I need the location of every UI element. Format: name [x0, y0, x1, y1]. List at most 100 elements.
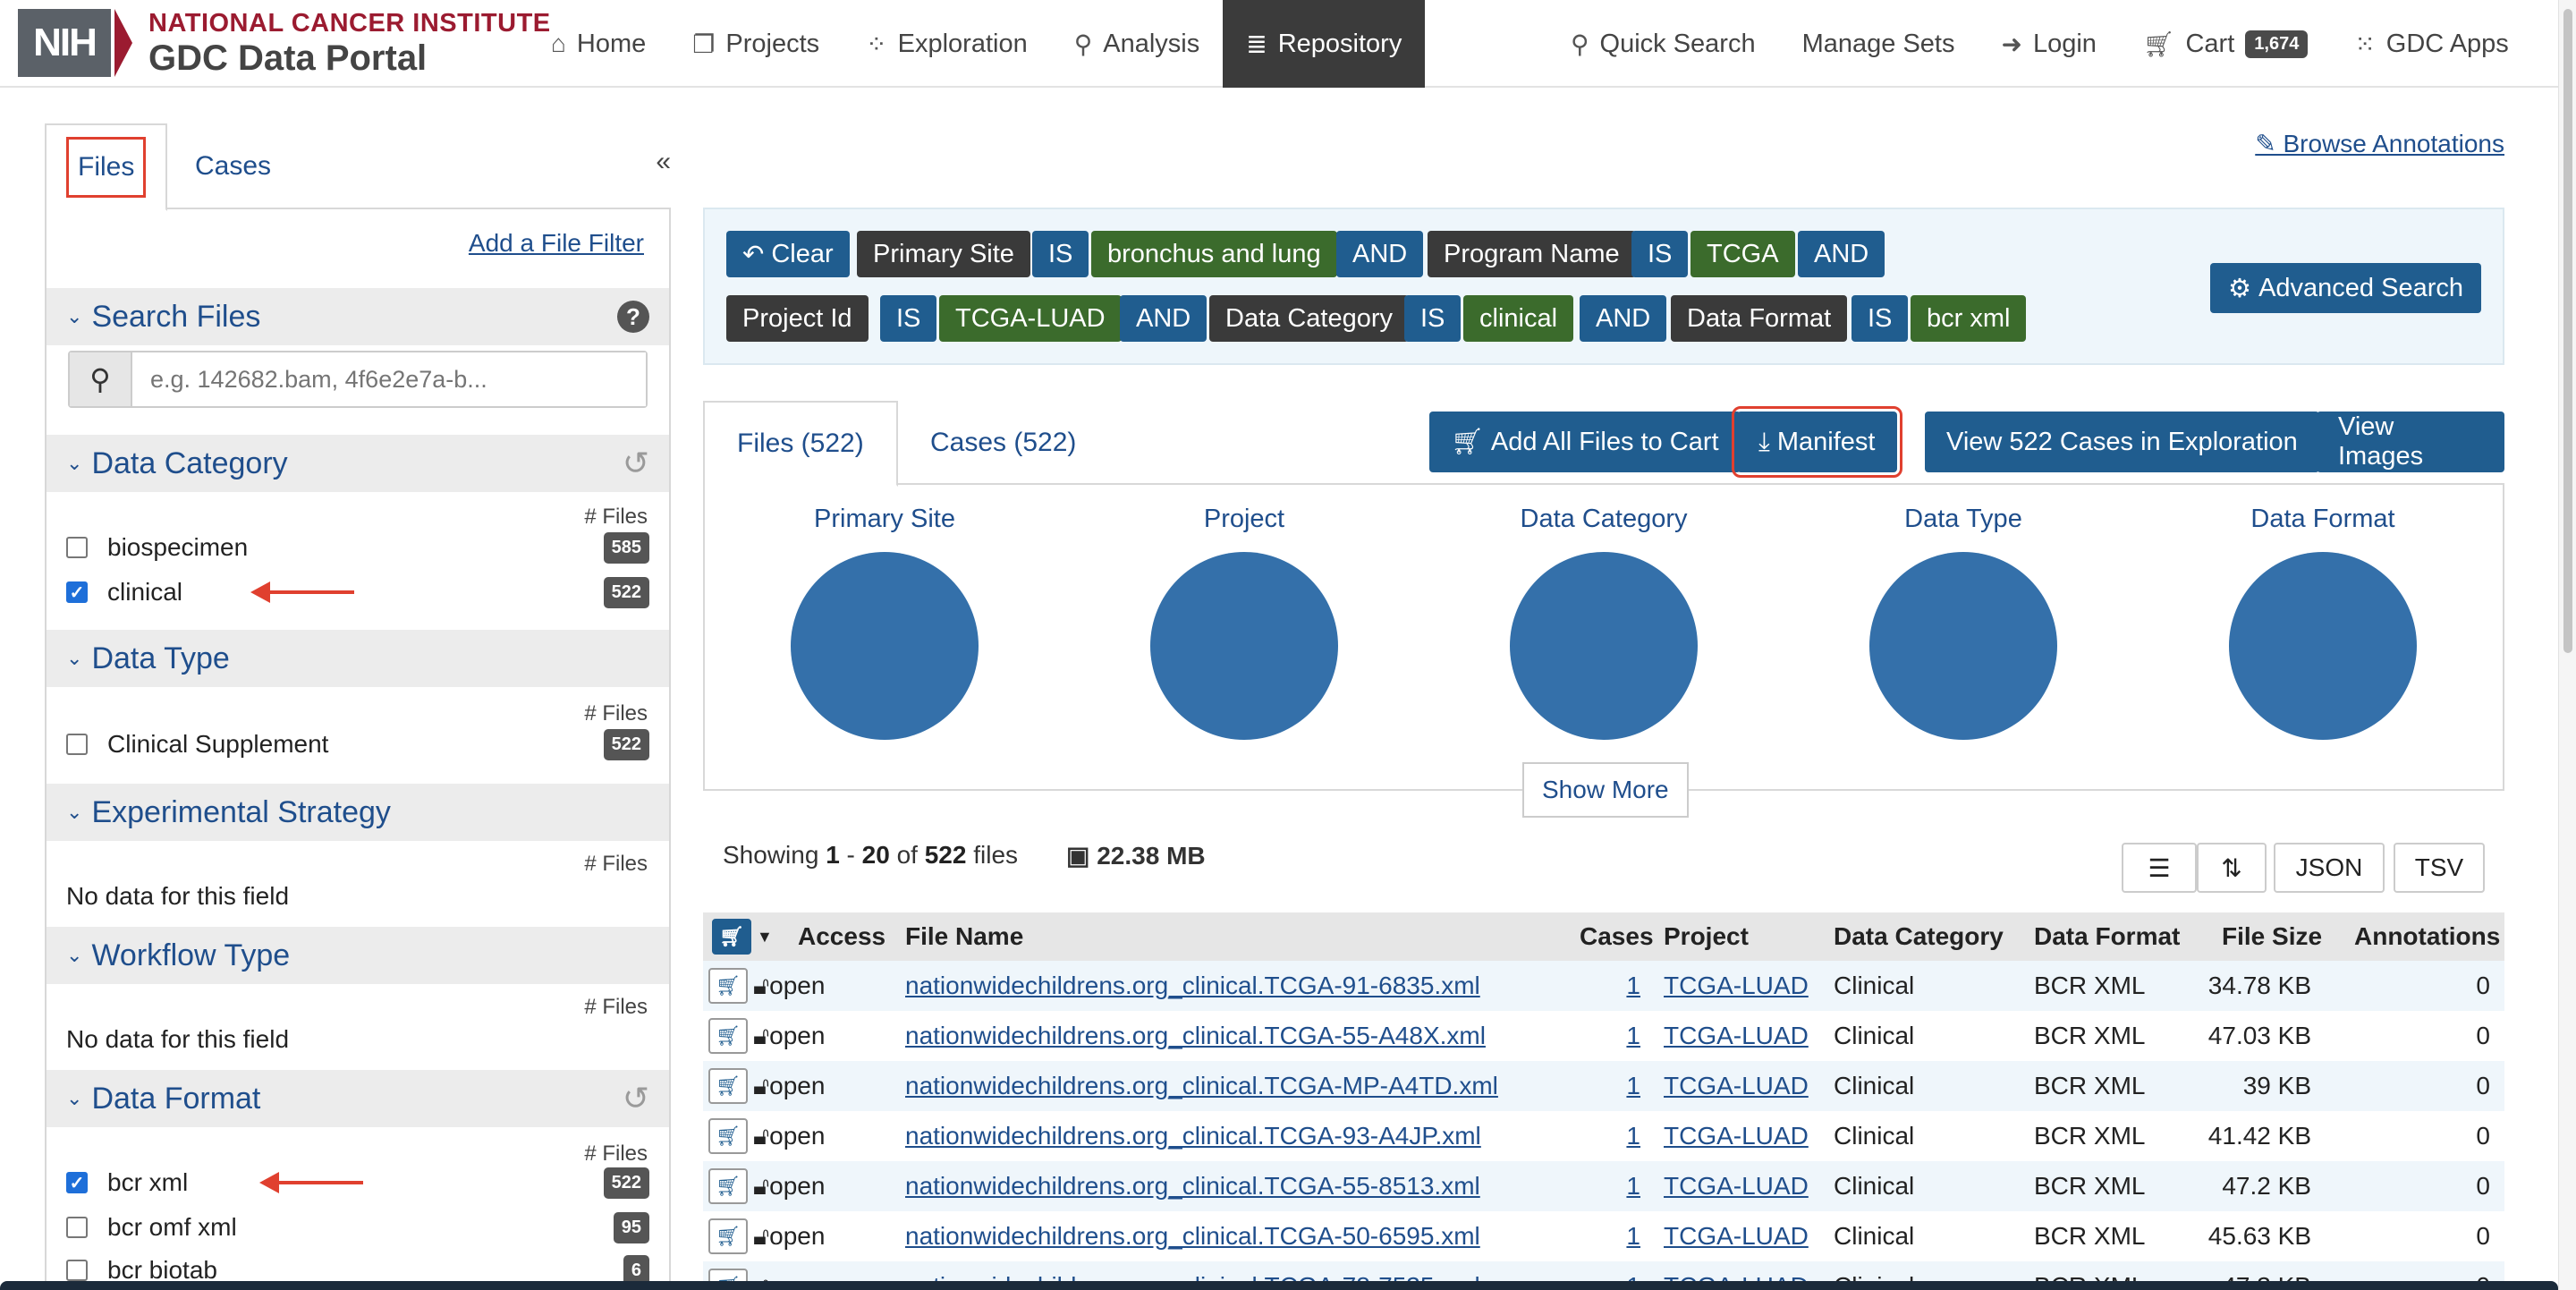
cases-count-link[interactable]: 1 [1606, 1222, 1640, 1251]
col-data-category[interactable]: Data Category [1834, 922, 2004, 951]
query-field[interactable]: Data Format [1671, 295, 1848, 342]
experimental-strategy-header[interactable]: ⌄ Experimental Strategy [47, 784, 669, 841]
pie-chart[interactable] [2229, 552, 2417, 740]
pie-chart[interactable] [1150, 552, 1338, 740]
project-link[interactable]: TCGA-LUAD [1664, 1172, 1809, 1201]
nav-gdc-apps[interactable]: ⁙ GDC Apps [2331, 0, 2531, 88]
file-name-link[interactable]: nationwidechildrens.org_clinical.TCGA-55… [905, 1172, 1480, 1201]
sort-button[interactable]: ⇅ [2197, 843, 2267, 893]
project-link[interactable]: TCGA-LUAD [1664, 1222, 1809, 1251]
add-file-filter-link[interactable]: Add a File Filter [469, 229, 644, 258]
data-category-header[interactable]: ⌄ Data Category ↺ [47, 435, 669, 492]
project-link[interactable]: TCGA-LUAD [1664, 972, 1809, 1000]
nav-home[interactable]: ⌂ Home [528, 0, 669, 88]
col-file-size[interactable]: File Size [2222, 922, 2322, 951]
query-field[interactable]: Primary Site [857, 231, 1030, 277]
file-name-link[interactable]: nationwidechildrens.org_clinical.TCGA-91… [905, 972, 1480, 1000]
cases-count-link[interactable]: 1 [1606, 1072, 1640, 1100]
query-value[interactable]: bronchus and lung [1091, 231, 1337, 277]
cart-header-control[interactable]: 🛒︎ [712, 919, 751, 955]
view-images-button[interactable]: View Images [2317, 412, 2504, 472]
query-field[interactable]: Program Name [1428, 231, 1636, 277]
tab-files-results[interactable]: Files (522) [703, 401, 898, 487]
query-field[interactable]: Project Id [726, 295, 869, 342]
caret-down-icon[interactable]: ▼ [757, 928, 773, 946]
page-scrollbar[interactable] [2558, 0, 2576, 1290]
show-more-button[interactable]: Show More [1522, 762, 1689, 818]
gdc-logo[interactable]: NIH NATIONAL CANCER INSTITUTE GDC Data P… [18, 9, 551, 77]
columns-menu-button[interactable]: ☰ [2122, 843, 2197, 893]
col-access[interactable]: Access [798, 922, 886, 951]
nav-login[interactable]: ➜ Login [1978, 0, 2119, 88]
facet-biospecimen[interactable]: biospecimen 585 [66, 530, 649, 565]
add-to-cart-button[interactable]: 🛒︎ [708, 1018, 748, 1054]
checkbox-checked[interactable]: ✓ [66, 1172, 88, 1193]
reset-icon[interactable]: ↺ [623, 1080, 649, 1117]
checkbox[interactable] [66, 537, 88, 558]
advanced-search-button[interactable]: ⚙ Advanced Search [2210, 263, 2481, 313]
clear-query-button[interactable]: ↶ Clear [726, 231, 850, 277]
col-data-format[interactable]: Data Format [2034, 922, 2180, 951]
nav-exploration[interactable]: ⁘ Exploration [843, 0, 1051, 88]
add-all-files-to-cart-button[interactable]: 🛒︎ Add All Files to Cart [1429, 412, 1741, 472]
facet-bcr-omf-xml[interactable]: bcr omf xml 95 [66, 1209, 649, 1245]
add-to-cart-button[interactable]: 🛒︎ [708, 1068, 748, 1104]
cases-count-link[interactable]: 1 [1606, 1022, 1640, 1050]
checkbox[interactable] [66, 1217, 88, 1238]
checkbox[interactable] [66, 1260, 88, 1281]
search-files-header[interactable]: ⌄ Search Files ? [47, 288, 669, 345]
project-link[interactable]: TCGA-LUAD [1664, 1022, 1809, 1050]
scrollbar-thumb[interactable] [2563, 9, 2572, 653]
col-cases[interactable]: Cases [1580, 922, 1654, 951]
checkbox-checked[interactable]: ✓ [66, 581, 88, 603]
collapse-panel-icon[interactable]: « [656, 147, 671, 177]
nav-analysis[interactable]: ⚲ Analysis [1051, 0, 1224, 88]
query-value[interactable]: TCGA-LUAD [939, 295, 1122, 342]
tab-cases[interactable]: Cases [175, 123, 291, 209]
nav-repository[interactable]: ≣ Repository [1223, 0, 1426, 88]
tab-files[interactable]: Files [45, 123, 168, 211]
add-to-cart-button[interactable]: 🛒︎ [708, 1218, 748, 1254]
add-to-cart-button[interactable]: 🛒︎ [708, 968, 748, 1004]
workflow-type-header[interactable]: ⌄ Workflow Type [47, 927, 669, 984]
query-value[interactable]: clinical [1463, 295, 1574, 342]
query-field[interactable]: Data Category [1209, 295, 1409, 342]
pie-chart[interactable] [1510, 552, 1698, 740]
nav-cart[interactable]: 🛒︎ Cart 1,674 [2120, 0, 2331, 88]
pie-chart[interactable] [791, 552, 979, 740]
nav-manage-sets[interactable]: Manage Sets [1779, 0, 1979, 88]
data-type-header[interactable]: ⌄ Data Type [47, 630, 669, 687]
json-export-button[interactable]: JSON [2274, 843, 2385, 893]
browse-annotations-link[interactable]: ✎ Browse Annotations [2255, 129, 2504, 158]
tab-cases-results[interactable]: Cases (522) [898, 401, 1108, 485]
facet-clinical-supplement[interactable]: Clinical Supplement 522 [66, 726, 649, 762]
checkbox[interactable] [66, 734, 88, 755]
cases-count-link[interactable]: 1 [1606, 1172, 1640, 1201]
query-value[interactable]: TCGA [1690, 231, 1795, 277]
file-name-link[interactable]: nationwidechildrens.org_clinical.TCGA-93… [905, 1122, 1481, 1150]
nav-projects[interactable]: ❐ Projects [669, 0, 843, 88]
cases-count-link[interactable]: 1 [1606, 1122, 1640, 1150]
search-files-input[interactable] [132, 352, 646, 406]
tsv-export-button[interactable]: TSV [2394, 843, 2485, 893]
data-format-header[interactable]: ⌄ Data Format ↺ [47, 1070, 669, 1127]
project-link[interactable]: TCGA-LUAD [1664, 1072, 1809, 1100]
facet-clinical[interactable]: ✓ clinical 522 [66, 574, 649, 610]
project-link[interactable]: TCGA-LUAD [1664, 1122, 1809, 1150]
query-value[interactable]: bcr xml [1911, 295, 2027, 342]
add-to-cart-button[interactable]: 🛒︎ [708, 1118, 748, 1154]
pie-chart[interactable] [1869, 552, 2057, 740]
file-name-link[interactable]: nationwidechildrens.org_clinical.TCGA-MP… [905, 1072, 1498, 1100]
file-name-link[interactable]: nationwidechildrens.org_clinical.TCGA-55… [905, 1022, 1486, 1050]
col-file-name[interactable]: File Name [905, 922, 1023, 951]
reset-icon[interactable]: ↺ [623, 445, 649, 482]
col-annotations[interactable]: Annotations [2354, 922, 2500, 951]
add-to-cart-button[interactable]: 🛒︎ [708, 1168, 748, 1204]
manifest-button[interactable]: ⤓ Manifest [1732, 406, 1902, 478]
nav-quick-search[interactable]: ⚲ Quick Search [1547, 0, 1779, 88]
file-name-link[interactable]: nationwidechildrens.org_clinical.TCGA-50… [905, 1222, 1480, 1251]
view-cases-in-exploration-button[interactable]: View 522 Cases in Exploration [1925, 412, 2319, 472]
help-icon[interactable]: ? [617, 301, 649, 333]
col-project[interactable]: Project [1664, 922, 1749, 951]
cases-count-link[interactable]: 1 [1606, 972, 1640, 1000]
